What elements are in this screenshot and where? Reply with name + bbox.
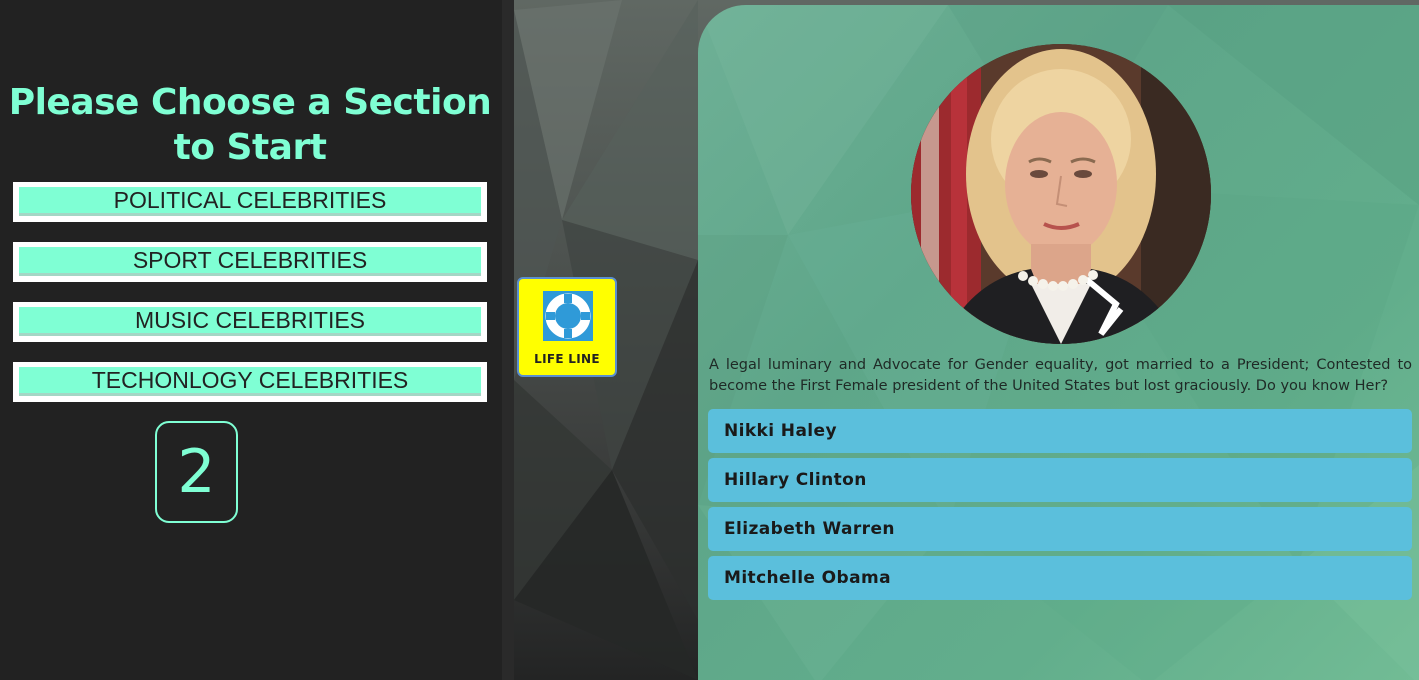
section-button-music[interactable]: MUSIC CELEBRITIES: [13, 302, 487, 342]
answer-label: Hillary Clinton: [724, 470, 867, 490]
answer-label: Mitchelle Obama: [724, 568, 891, 588]
sidebar-title: Please Choose a Section to Start: [8, 82, 492, 168]
celebrity-portrait: [911, 44, 1211, 344]
lifeline-label: LIFE LINE: [534, 352, 600, 366]
question-text: A legal luminary and Advocate for Gender…: [709, 357, 1412, 394]
section-button-label: TECHONLOGY CELEBRITIES: [19, 367, 481, 396]
answer-option-4[interactable]: Mitchelle Obama: [708, 556, 1412, 600]
section-sidebar: Please Choose a Section to Start POLITIC…: [0, 0, 502, 680]
score-counter: 2: [155, 421, 238, 523]
answer-option-1[interactable]: Nikki Haley: [708, 409, 1412, 453]
answer-label: Elizabeth Warren: [724, 519, 895, 539]
lifebuoy-icon: [543, 291, 593, 341]
divider-strip: [502, 0, 514, 680]
section-button-label: MUSIC CELEBRITIES: [19, 307, 481, 336]
section-button-technology[interactable]: TECHONLOGY CELEBRITIES: [13, 362, 487, 402]
portrait-image: [911, 44, 1211, 344]
answer-label: Nikki Haley: [724, 421, 837, 441]
answer-option-3[interactable]: Elizabeth Warren: [708, 507, 1412, 551]
section-button-label: POLITICAL CELEBRITIES: [19, 187, 481, 216]
lifeline-button[interactable]: LIFE LINE: [517, 277, 617, 377]
answer-option-2[interactable]: Hillary Clinton: [708, 458, 1412, 502]
quiz-card: A legal luminary and Advocate for Gender…: [698, 5, 1419, 680]
section-button-label: SPORT CELEBRITIES: [19, 247, 481, 276]
section-button-political[interactable]: POLITICAL CELEBRITIES: [13, 182, 487, 222]
section-button-sport[interactable]: SPORT CELEBRITIES: [13, 242, 487, 282]
